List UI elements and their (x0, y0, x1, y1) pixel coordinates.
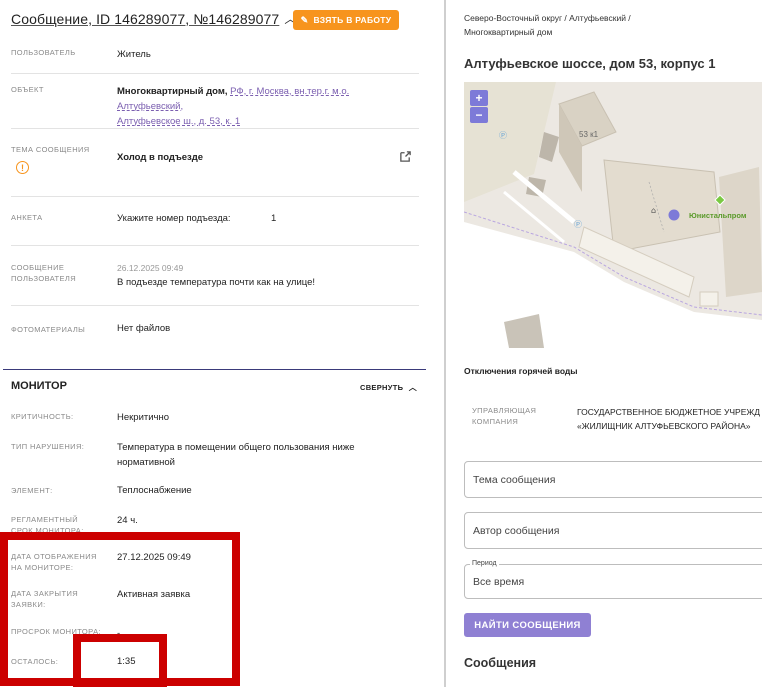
monitor-title: МОНИТОР (11, 380, 67, 392)
message-label-line1: СООБЩЕНИЕ (11, 263, 65, 272)
violation-value-line1: Температура в помещении общего пользован… (117, 442, 355, 453)
collapse-label: СВЕРНУТЬ (360, 383, 404, 392)
breadcrumb: Северо-Восточный округ / Алтуфьевский / … (464, 11, 754, 39)
message-title: Сообщение, ID 146289077, №146289077 (11, 10, 280, 27)
topic-search-placeholder: Тема сообщения (473, 473, 556, 486)
pencil-icon: ✎ (300, 14, 309, 25)
management-company-label-line2: КОМПАНИЯ (472, 417, 519, 426)
collapse-button[interactable]: СВЕРНУТЬ ︿ (360, 382, 417, 393)
form-label: АНКЕТА (11, 213, 43, 222)
zoom-out-label: − (475, 108, 483, 122)
map-building-label: 53 к1 (579, 130, 599, 139)
object-type: Многоквартирный дом, (117, 86, 228, 97)
divider (11, 73, 419, 74)
criticality-label: КРИТИЧНОСТЬ: (11, 412, 74, 421)
monitor-divider (3, 369, 426, 370)
author-search-placeholder: Автор сообщения (473, 524, 560, 537)
find-messages-label: НАЙТИ СООБЩЕНИЯ (474, 619, 581, 631)
criticality-value: Некритично (117, 412, 170, 423)
management-company-label-line1: УПРАВЛЯЮЩАЯ (472, 406, 537, 415)
message-date: 26.12.2025 09:49 (117, 263, 184, 273)
topic-value: Холод в подъезде (117, 152, 204, 163)
photos-label: ФОТОМАТЕРИАЛЫ (11, 325, 86, 334)
highlight-box (73, 634, 167, 687)
term-value: 24 ч. (117, 515, 138, 526)
user-label: ПОЛЬЗОВАТЕЛЬ (11, 48, 76, 57)
object-address-link-2[interactable]: Алтуфьевское ш., д. 53, к. 1 (117, 116, 240, 127)
object-panel: Северо-Восточный округ / Алтуфьевский / … (446, 0, 762, 687)
violation-value-line2: нормативной (117, 457, 175, 468)
topic-label: ТЕМА СООБЩЕНИЯ (11, 145, 90, 154)
user-value: Житель (117, 49, 151, 60)
management-company-label: УПРАВЛЯЮЩАЯ КОМПАНИЯ (472, 405, 536, 427)
home-marker-icon: ⌂ (651, 206, 656, 215)
parking-icon: Ⓟ (499, 131, 507, 140)
external-link-icon[interactable] (399, 150, 412, 163)
hot-water-outages-title: Отключения горячей воды (464, 366, 578, 376)
form-answer: 1 (271, 213, 277, 224)
management-company-value: ГОСУДАРСТВЕННОЕ БЮДЖЕТНОЕ УЧРЕЖД «ЖИЛИЩН… (577, 405, 760, 433)
warning-icon: ! (16, 161, 29, 174)
parking-icon: Ⓟ (574, 220, 582, 229)
take-to-work-button[interactable]: ✎ ВЗЯТЬ В РАБОТУ (293, 10, 399, 30)
period-label: Период (470, 560, 499, 567)
map-canvas: 53 к1 Юнистальпром ⌂ Ⓟ Ⓟ (464, 82, 762, 348)
message-label-line2: ПОЛЬЗОВАТЕЛЯ (11, 274, 77, 283)
message-label: СООБЩЕНИЕ ПОЛЬЗОВАТЕЛЯ (11, 262, 76, 284)
zoom-in-button[interactable]: + (470, 90, 488, 106)
period-select[interactable]: Все время (464, 564, 762, 599)
find-messages-button[interactable]: НАЙТИ СООБЩЕНИЯ (464, 613, 591, 637)
take-to-work-label: ВЗЯТЬ В РАБОТУ (313, 15, 392, 25)
zoom-in-label: + (475, 91, 483, 105)
management-company-value-line2: «ЖИЛИЩНИК АЛТУФЬЕВСКОГО РАЙОНА» (577, 421, 751, 431)
divider (11, 245, 419, 246)
object-label: ОБЪЕКТ (11, 85, 44, 94)
divider (11, 305, 419, 306)
message-title-row: Сообщение, ID 146289077, №146289077 ︿ (11, 10, 296, 27)
message-panel: Сообщение, ID 146289077, №146289077 ︿ ✎ … (0, 0, 444, 687)
map-poi-label: Юнистальпром (689, 211, 747, 220)
period-value: Все время (473, 575, 525, 588)
violation-value: Температура в помещении общего пользован… (117, 440, 417, 470)
violation-label: ТИП НАРУШЕНИЯ: (11, 442, 85, 451)
management-company-value-line1: ГОСУДАРСТВЕННОЕ БЮДЖЕТНОЕ УЧРЕЖД (577, 407, 760, 417)
term-label-line1: РЕГЛАМЕНТНЫЙ (11, 515, 79, 524)
element-value: Теплоснабжение (117, 485, 192, 496)
chevron-up-icon: ︿ (408, 383, 417, 392)
messages-title: Сообщения (464, 656, 537, 670)
address-title: Алтуфьевское шоссе, дом 53, корпус 1 (464, 56, 716, 71)
map[interactable]: 53 к1 Юнистальпром ⌂ Ⓟ Ⓟ + − (464, 82, 762, 348)
message-text: В подъезде температура почти как на улиц… (117, 277, 316, 288)
form-question: Укажите номер подъезда: (117, 213, 231, 224)
photos-value: Нет файлов (117, 323, 171, 334)
divider (11, 196, 419, 197)
breadcrumb-line2[interactable]: Многоквартирный дом (464, 27, 552, 37)
divider (11, 128, 419, 129)
breadcrumb-line1[interactable]: Северо-Восточный округ / Алтуфьевский / (464, 13, 631, 23)
element-label: ЭЛЕМЕНТ: (11, 486, 53, 495)
topic-search-input[interactable]: Тема сообщения (464, 461, 762, 498)
author-search-input[interactable]: Автор сообщения (464, 512, 762, 549)
object-value: Многоквартирный дом, РФ, г. Москва, вн.т… (117, 84, 417, 129)
zoom-out-button[interactable]: − (470, 107, 488, 123)
